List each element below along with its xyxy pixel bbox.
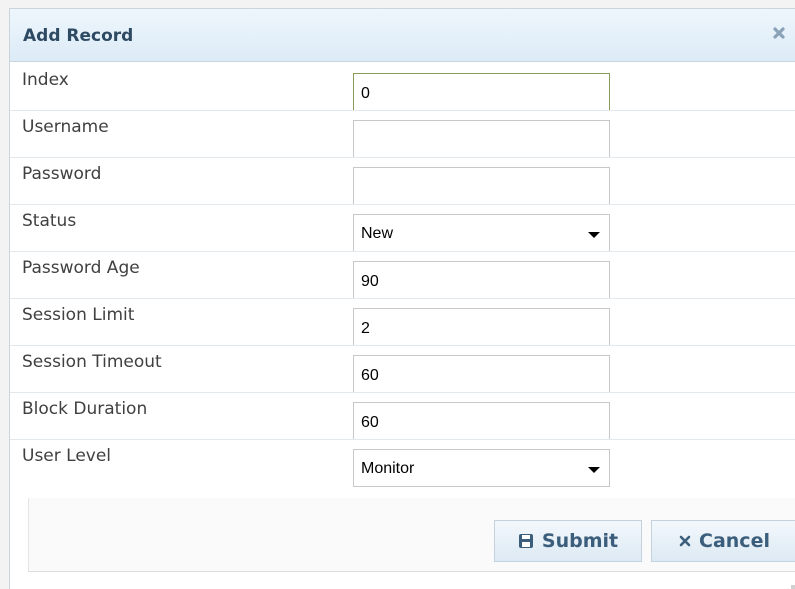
status-label: Status — [22, 211, 77, 231]
user-level-select-value: Monitor — [361, 460, 415, 477]
form-row-user-level: User Level Monitor — [10, 439, 795, 487]
username-input[interactable] — [353, 120, 610, 158]
user-level-select[interactable]: Monitor — [353, 449, 610, 487]
chevron-down-icon — [588, 467, 600, 473]
form-row-index: Index 0 — [10, 64, 795, 111]
session-timeout-label: Session Timeout — [22, 352, 162, 372]
status-select[interactable]: New — [353, 214, 610, 252]
cancel-button[interactable]: Cancel — [651, 520, 795, 562]
form-row-session-timeout: Session Timeout 60 — [10, 345, 795, 393]
block-duration-input[interactable]: 60 — [353, 402, 610, 440]
password-input[interactable] — [353, 167, 610, 205]
record-form: Index 0 Username Password Status New Pas… — [10, 64, 795, 487]
floppy-disk-icon — [518, 533, 534, 549]
session-timeout-input[interactable]: 60 — [353, 355, 610, 393]
form-row-username: Username — [10, 110, 795, 158]
form-row-password: Password — [10, 157, 795, 205]
user-level-label: User Level — [22, 446, 112, 466]
cancel-button-label: Cancel — [699, 530, 770, 552]
add-record-dialog: Add Record Index 0 Username Password Sta… — [9, 8, 795, 589]
status-select-value: New — [361, 225, 394, 242]
resize-handle[interactable] — [791, 585, 795, 589]
submit-button[interactable]: Submit — [494, 520, 642, 562]
session-limit-label: Session Limit — [22, 305, 135, 325]
form-row-status: Status New — [10, 204, 795, 252]
password-label: Password — [22, 164, 102, 184]
password-age-input[interactable]: 90 — [353, 261, 610, 299]
dialog-title: Add Record — [23, 26, 134, 46]
index-input[interactable]: 0 — [353, 73, 610, 111]
password-age-label: Password Age — [22, 258, 140, 278]
form-row-session-limit: Session Limit 2 — [10, 298, 795, 346]
username-label: Username — [22, 117, 109, 137]
session-limit-input[interactable]: 2 — [353, 308, 610, 346]
chevron-down-icon — [588, 232, 600, 238]
dialog-footer: Submit Cancel — [28, 498, 795, 572]
index-label: Index — [22, 70, 69, 90]
form-row-password-age: Password Age 90 — [10, 251, 795, 299]
block-duration-label: Block Duration — [22, 399, 148, 419]
submit-button-label: Submit — [541, 530, 619, 552]
close-icon[interactable] — [766, 21, 795, 49]
close-icon — [679, 535, 691, 547]
form-row-block-duration: Block Duration 60 — [10, 392, 795, 440]
dialog-titlebar: Add Record — [10, 9, 795, 62]
